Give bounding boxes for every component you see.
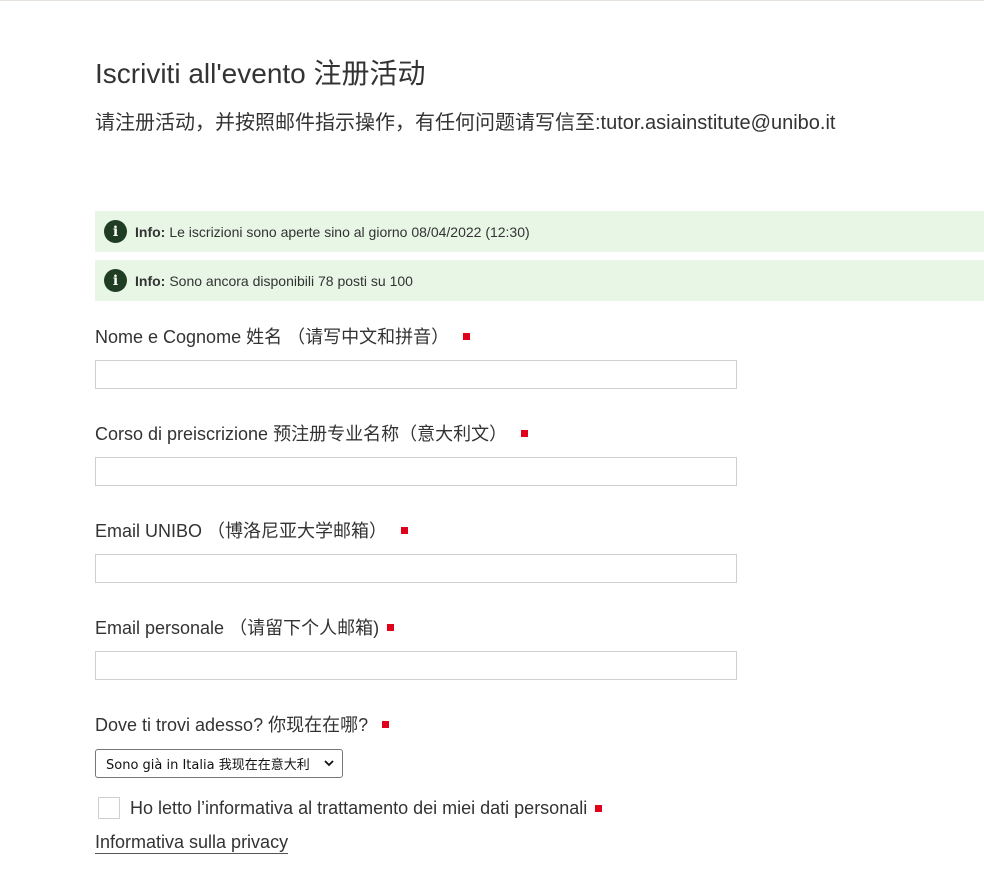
- unibo-email-label-text: Email UNIBO （博洛尼亚大学邮箱）: [95, 521, 388, 541]
- name-input[interactable]: [95, 360, 737, 389]
- info-label: Info:: [135, 223, 166, 240]
- required-marker: [463, 332, 471, 340]
- course-label: Corso di preiscrizione 预注册专业名称（意大利文）: [95, 420, 529, 446]
- personal-email-label-text: Email personale （请留下个人邮箱): [95, 618, 380, 638]
- required-marker: [382, 720, 390, 728]
- required-marker: [521, 429, 529, 437]
- location-label-text: Dove ti trovi adesso? 你现在在哪?: [95, 715, 369, 735]
- required-marker: [401, 526, 409, 534]
- consent-label: Ho letto l’informativa al trattamento de…: [130, 797, 588, 818]
- name-label: Nome e Cognome 姓名 （请写中文和拼音）: [95, 323, 471, 349]
- top-divider: [0, 0, 984, 1]
- info-icon: i: [104, 220, 127, 243]
- unibo-email-input[interactable]: [95, 554, 737, 583]
- consent-checkbox[interactable]: [98, 797, 120, 819]
- personal-email-label: Email personale （请留下个人邮箱): [95, 614, 395, 640]
- consent-row: Ho letto l’informativa al trattamento de…: [98, 797, 603, 819]
- info-box-availability: i Info: Sono ancora disponibili 78 posti…: [95, 260, 984, 301]
- info-label: Info:: [135, 272, 166, 289]
- personal-email-input[interactable]: [95, 651, 737, 680]
- unibo-email-label: Email UNIBO （博洛尼亚大学邮箱）: [95, 517, 409, 543]
- required-marker: [595, 804, 603, 812]
- name-label-text: Nome e Cognome 姓名 （请写中文和拼音）: [95, 327, 450, 347]
- location-select[interactable]: Sono già in Italia 我现在在意大利: [95, 749, 343, 778]
- info-box-deadline: i Info: Le iscrizioni sono aperte sino a…: [95, 211, 984, 252]
- page-subtitle: 请注册活动，并按照邮件指示操作，有任何问题请写信至:tutor.asiainst…: [95, 112, 836, 134]
- location-select-value: Sono già in Italia 我现在在意大利: [106, 758, 310, 773]
- info-text: Sono ancora disponibili 78 posti su 100: [169, 272, 413, 289]
- page-title: Iscriviti all'evento 注册活动: [95, 58, 426, 89]
- privacy-link[interactable]: Informativa sulla privacy: [95, 831, 289, 854]
- info-icon: i: [104, 269, 127, 292]
- chevron-down-icon: [324, 760, 334, 767]
- course-label-text: Corso di preiscrizione 预注册专业名称（意大利文）: [95, 424, 508, 444]
- location-label: Dove ti trovi adesso? 你现在在哪?: [95, 711, 390, 737]
- required-marker: [387, 623, 395, 631]
- info-text: Le iscrizioni sono aperte sino al giorno…: [169, 223, 530, 240]
- course-input[interactable]: [95, 457, 737, 486]
